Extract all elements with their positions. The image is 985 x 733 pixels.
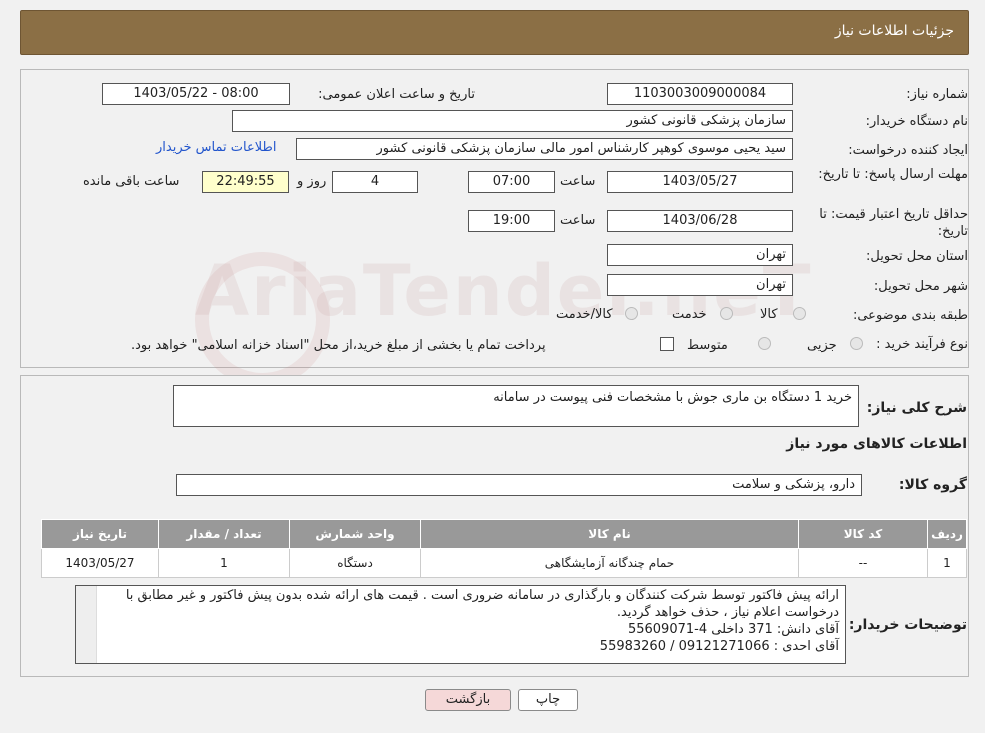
process-minor-label: جزیی [807, 338, 837, 353]
days-label: روز و [297, 174, 327, 189]
deadline-time-field: 07:00 [468, 171, 555, 193]
summary-label: شرح کلی نیاز: [866, 400, 967, 416]
notes-field: ارائه پیش فاکتور توسط شرکت کنندگان و بار… [75, 585, 846, 664]
creator-field: سید یحیی موسوی کوهپر کارشناس امور مالی س… [296, 138, 793, 160]
remaining-label: ساعت باقی مانده [83, 174, 180, 189]
contact-info-link[interactable]: اطلاعات تماس خریدار [156, 140, 276, 155]
print-button[interactable]: چاپ [518, 689, 578, 711]
summary-field: خرید 1 دستگاه بن ماری جوش با مشخصات فنی … [173, 385, 859, 427]
creator-label: ایجاد کننده درخواست: [848, 143, 968, 158]
group-field: دارو، پزشکی و سلامت [176, 474, 862, 496]
cell-unit: دستگاه [289, 548, 421, 578]
col-quantity: تعداد / مقدار [158, 519, 290, 549]
deadline-date-field: 1403/05/27 [607, 171, 793, 193]
announce-label: تاریخ و ساعت اعلان عمومی: [318, 87, 475, 102]
category-service-radio[interactable] [720, 307, 733, 320]
category-both-radio[interactable] [625, 307, 638, 320]
page-header: جزئیات اطلاعات نیاز [20, 10, 969, 55]
process-minor-radio[interactable] [850, 337, 863, 350]
deadline-label: مهلت ارسال پاسخ: تا تاریخ: [818, 167, 968, 182]
deadline-time-label: ساعت [560, 174, 596, 189]
process-medium-radio[interactable] [758, 337, 771, 350]
category-label: طبقه بندی موضوعی: [852, 308, 968, 323]
col-name: نام کالا [420, 519, 799, 549]
cell-date: 1403/05/27 [41, 548, 159, 578]
process-medium-label: متوسط [687, 338, 728, 353]
col-unit: واحد شمارش [289, 519, 421, 549]
cell-name: حمام چندگانه آزمایشگاهی [420, 548, 799, 578]
category-goods-radio[interactable] [793, 307, 806, 320]
validity-time-label: ساعت [560, 213, 596, 228]
col-date: تاریخ نیاز [41, 519, 159, 549]
buyer-org-field: سازمان پزشکی قانونی کشور [232, 110, 793, 132]
process-note: پرداخت تمام یا بخشی از مبلغ خرید،از محل … [131, 338, 546, 353]
cell-quantity: 1 [158, 548, 290, 578]
validity-label: حداقل تاریخ اعتبار قیمت: تا تاریخ: [819, 207, 968, 239]
notes-text: ارائه پیش فاکتور توسط شرکت کنندگان و بار… [125, 588, 839, 654]
notes-label: توضیحات خریدار: [848, 617, 967, 633]
city-label: شهر محل تحویل: [873, 279, 968, 294]
col-code: کد کالا [798, 519, 928, 549]
group-label: گروه کالا: [898, 477, 967, 493]
notes-scrollbar[interactable] [76, 586, 97, 663]
page-title: جزئیات اطلاعات نیاز [834, 23, 954, 39]
process-label: نوع فرآیند خرید : [876, 337, 968, 352]
remaining-time-field: 22:49:55 [202, 171, 289, 193]
col-row: ردیف [927, 519, 967, 549]
treasury-checkbox[interactable] [660, 337, 674, 351]
province-label: استان محل تحویل: [866, 249, 968, 264]
back-button[interactable]: بازگشت [425, 689, 511, 711]
cell-row: 1 [927, 548, 967, 578]
category-both-label: کالا/خدمت [556, 307, 613, 322]
category-goods-label: کالا [760, 307, 778, 322]
city-field: تهران [607, 274, 793, 296]
days-field: 4 [332, 171, 418, 193]
items-table: ردیف کد کالا نام کالا واحد شمارش تعداد /… [41, 519, 967, 578]
validity-time-field: 19:00 [468, 210, 555, 232]
validity-date-field: 1403/06/28 [607, 210, 793, 232]
category-service-label: خدمت [672, 307, 707, 322]
announce-field: 1403/05/22 - 08:00 [102, 83, 290, 105]
table-row: 1 -- حمام چندگانه آزمایشگاهی دستگاه 1 14… [41, 548, 967, 578]
need-number-label: شماره نیاز: [906, 87, 968, 102]
items-title: اطلاعات کالاهای مورد نیاز [786, 436, 967, 452]
province-field: تهران [607, 244, 793, 266]
need-number-field: 1103003009000084 [607, 83, 793, 105]
cell-code: -- [798, 548, 928, 578]
buyer-org-label: نام دستگاه خریدار: [865, 114, 968, 129]
